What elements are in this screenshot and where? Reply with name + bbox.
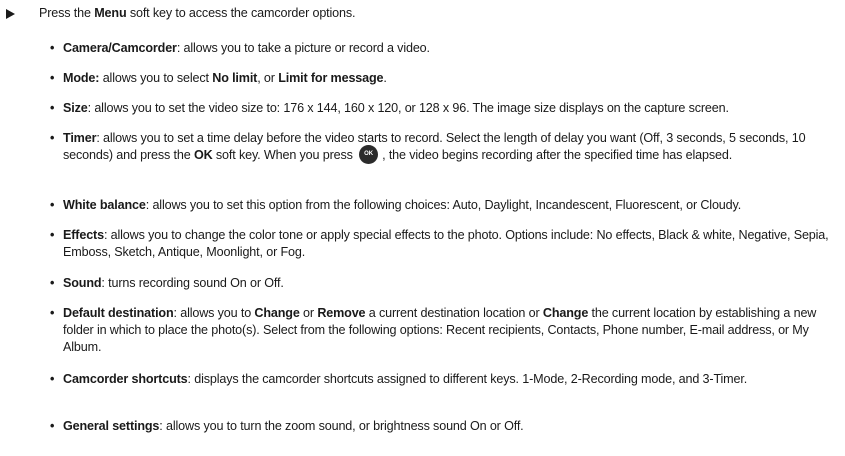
option-term: White balance	[63, 198, 146, 212]
bullet: •	[50, 131, 55, 145]
change-label: Change	[254, 306, 300, 320]
option-desc: allows you to set this option from the f…	[152, 198, 742, 212]
bullet: •	[50, 228, 55, 242]
no-limit-label: No limit	[212, 71, 258, 85]
option-mode: • Mode: allows you to select No limit, o…	[50, 71, 387, 85]
option-desc: allows you to change the color tone or a…	[63, 228, 829, 259]
option-term: Camcorder shortcuts	[63, 372, 188, 386]
ok-key-icon: OK	[359, 145, 379, 165]
option-term: Sound	[63, 276, 102, 290]
intro-text: Press the Menu soft key to access the ca…	[39, 6, 356, 20]
bullet: •	[50, 419, 55, 433]
option-term: Default destination	[63, 306, 174, 320]
option-white-balance: • White balance: allows you to set this …	[50, 198, 742, 212]
bullet: •	[50, 101, 55, 115]
bullet: •	[50, 41, 55, 55]
option-camcorder-shortcuts: • Camcorder shortcuts: displays the camc…	[50, 372, 748, 386]
option-timer: • Timer: allows you to set a time delay …	[50, 130, 845, 165]
option-term: Size	[63, 101, 88, 115]
remove-label: Remove	[317, 306, 366, 320]
option-sound: • Sound: turns recording sound On or Off…	[50, 276, 284, 290]
option-term: Timer	[63, 131, 97, 145]
option-term: General settings	[63, 419, 160, 433]
bullet: •	[50, 306, 55, 320]
limit-for-message-label: Limit for message	[278, 71, 384, 85]
option-size: • Size: allows you to set the video size…	[50, 101, 729, 115]
option-camera-camcorder: • Camera/Camcorder: allows you to take a…	[50, 41, 431, 55]
bullet: •	[50, 276, 55, 290]
bullet: •	[50, 198, 55, 212]
option-desc: allows you to take a picture or record a…	[183, 41, 431, 55]
option-default-destination: • Default destination: allows you to Cha…	[50, 306, 817, 354]
step-arrow-icon	[6, 9, 15, 19]
option-term: Camera/Camcorder	[63, 41, 177, 55]
option-desc: allows you to turn the zoom sound, or br…	[166, 419, 524, 433]
change-label: Change	[542, 306, 589, 320]
bullet: •	[50, 71, 55, 85]
option-desc: displays the camcorder shortcuts assigne…	[194, 372, 748, 386]
option-general-settings: • General settings: allows you to turn t…	[50, 419, 524, 433]
option-effects: • Effects: allows you to change the colo…	[50, 228, 829, 259]
option-term: Effects	[63, 228, 104, 242]
ok-soft-key-label: OK	[193, 148, 213, 162]
option-desc: turns recording sound On or Off.	[108, 276, 284, 290]
option-term: Mode:	[63, 71, 100, 85]
manual-page: Press the Menu soft key to access the ca…	[0, 0, 845, 456]
menu-key-label: Menu	[94, 6, 127, 20]
option-desc: allows you to set the video size to: 176…	[94, 101, 729, 115]
bullet: •	[50, 372, 55, 386]
